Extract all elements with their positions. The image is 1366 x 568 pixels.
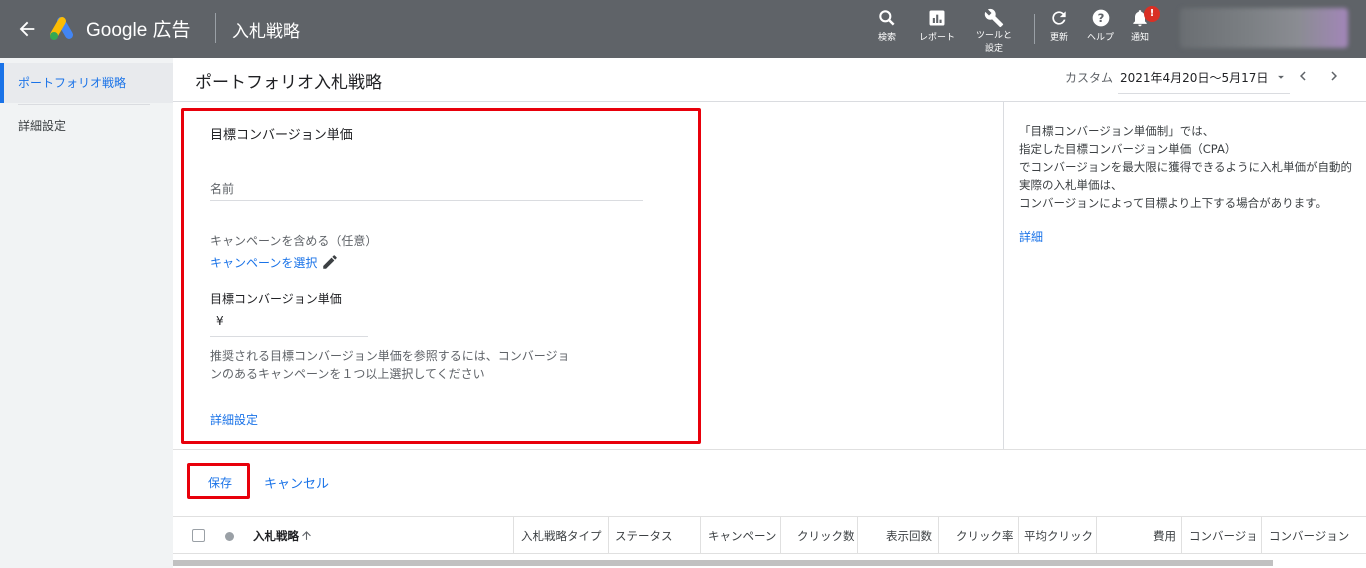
- help-icon: ?: [1092, 9, 1109, 27]
- column-header-conversions[interactable]: コンバージョ: [1189, 528, 1255, 544]
- pencil-icon[interactable]: [321, 253, 339, 271]
- header-section-title: 入札戦略: [232, 22, 300, 42]
- notification-badge: !: [1144, 6, 1160, 22]
- table-header-row: 入札戦略 入札戦略タイプ ステータス キャンペーン クリック数 表示回数 クリッ…: [173, 516, 1366, 554]
- sidebar-divider: [18, 104, 150, 105]
- info-line-2: 指定した目標コンバージョン単価（CPA）: [1019, 142, 1237, 156]
- column-divider: [1261, 517, 1262, 554]
- date-range-underline: [1118, 93, 1290, 94]
- header-divider: [215, 13, 216, 43]
- strategy-form: 目標コンバージョン単価 名前 キャンペーンを含める（任意） キャンペーンを選択 …: [173, 102, 1003, 449]
- target-cpa-input[interactable]: ¥: [216, 314, 224, 328]
- status-dot-icon: [225, 532, 234, 541]
- select-all-checkbox[interactable]: [192, 529, 205, 542]
- advanced-settings-link[interactable]: 詳細設定: [210, 411, 258, 428]
- target-cpa-underline: [210, 336, 368, 337]
- column-divider: [857, 517, 858, 554]
- reports-tool-label: レポート: [919, 33, 956, 43]
- info-line-4: 実際の入札単価は、: [1019, 178, 1123, 192]
- column-header-strategy-type[interactable]: 入札戦略タイプ: [521, 528, 602, 544]
- sidebar-item-portfolio-strategies[interactable]: ポートフォリオ戦略: [0, 63, 173, 103]
- main-content: ポートフォリオ入札戦略 カスタム 2021年4月20日～5月17日 目標コンバー…: [173, 58, 1366, 568]
- column-header-clicks[interactable]: クリック数: [797, 528, 855, 544]
- sidebar: ポートフォリオ戦略 詳細設定: [0, 58, 173, 568]
- column-divider: [1018, 517, 1019, 554]
- info-line-5: コンバージョンによって目標より上下する場合があります。: [1019, 196, 1327, 210]
- refresh-icon: [1052, 11, 1066, 25]
- column-divider: [938, 517, 939, 554]
- column-header-impressions[interactable]: 表示回数: [886, 528, 932, 544]
- details-link[interactable]: 詳細: [1019, 228, 1043, 245]
- search-tool-button[interactable]: 検索: [877, 8, 897, 43]
- chevron-left-icon[interactable]: [1294, 67, 1312, 85]
- column-divider: [1181, 517, 1182, 554]
- back-arrow-icon[interactable]: [16, 18, 38, 40]
- column-divider: [780, 517, 781, 554]
- date-range-value[interactable]: 2021年4月20日～5月17日: [1120, 69, 1268, 86]
- name-input-underline: [210, 200, 643, 201]
- help-button[interactable]: ? ヘルプ: [1087, 8, 1114, 43]
- info-line-3: でコンバージョンを最大限に獲得できるように入札単価が自動的: [1019, 160, 1353, 174]
- top-app-bar: Google 広告 入札戦略 検索 レポート ツールと 設定 更新 ? ヘルプ 通…: [0, 0, 1366, 58]
- chevron-right-icon[interactable]: [1325, 67, 1343, 85]
- sidebar-item-advanced-settings[interactable]: 詳細設定: [0, 106, 173, 146]
- target-cpa-hint: 推奨される目標コンバージョン単価を参照するには、コンバージョ ンのあるキャンペー…: [210, 347, 570, 383]
- column-header-conversions-2[interactable]: コンバージョン: [1269, 528, 1361, 544]
- column-divider: [513, 517, 514, 554]
- svg-text:?: ?: [1097, 11, 1104, 25]
- google-ads-logo-icon[interactable]: [48, 15, 78, 41]
- hint-line-2: ンのあるキャンペーンを１つ以上選択してください: [210, 367, 485, 381]
- hint-line-1: 推奨される目標コンバージョン単価を参照するには、コンバージョ: [210, 349, 570, 363]
- tools-settings-button[interactable]: ツールと 設定: [976, 8, 1012, 56]
- column-header-cost[interactable]: 費用: [1153, 528, 1176, 544]
- sort-arrow-up-icon[interactable]: [300, 529, 313, 542]
- reports-icon: [929, 10, 945, 26]
- dropdown-arrow-icon[interactable]: [1274, 70, 1288, 84]
- highlight-box-form: [181, 108, 701, 444]
- column-header-ctr[interactable]: クリック率: [956, 528, 1014, 544]
- info-panel: 「目標コンバージョン単価制」では、 指定した目標コンバージョン単価（CPA） で…: [1003, 102, 1366, 449]
- help-label: ヘルプ: [1087, 33, 1115, 43]
- page-title: ポートフォリオ入札戦略: [195, 73, 382, 93]
- wrench-icon: [984, 8, 1004, 28]
- name-input[interactable]: 名前: [210, 180, 234, 197]
- search-icon: [879, 10, 895, 26]
- refresh-label: 更新: [1049, 33, 1068, 43]
- date-range-label: カスタム: [1065, 71, 1114, 85]
- reports-tool-button[interactable]: レポート: [919, 8, 955, 43]
- info-line-1: 「目標コンバージョン単価制」では、: [1019, 124, 1215, 138]
- tools-settings-label: ツールと 設定: [976, 31, 1013, 54]
- horizontal-scrollbar[interactable]: [173, 560, 1273, 566]
- header-tools-divider: [1034, 14, 1035, 44]
- column-divider: [700, 517, 701, 554]
- column-header-campaigns[interactable]: キャンペーン: [708, 528, 776, 544]
- search-tool-label: 検索: [877, 33, 896, 43]
- select-campaigns-link[interactable]: キャンペーンを選択: [210, 254, 317, 271]
- column-header-strategy[interactable]: 入札戦略: [253, 528, 299, 544]
- column-divider: [1096, 517, 1097, 554]
- column-divider: [608, 517, 609, 554]
- form-title: 目標コンバージョン単価: [210, 128, 353, 143]
- brand-name: Google 広告: [86, 20, 191, 41]
- cancel-button[interactable]: キャンセル: [264, 473, 329, 492]
- refresh-button[interactable]: 更新: [1049, 8, 1069, 43]
- info-text: 「目標コンバージョン単価制」では、 指定した目標コンバージョン単価（CPA） で…: [1019, 122, 1366, 212]
- notifications-label: 通知: [1130, 33, 1149, 43]
- save-button[interactable]: 保存: [208, 474, 232, 491]
- account-avatar[interactable]: [1180, 8, 1348, 48]
- column-header-avg-cpc[interactable]: 平均クリック: [1024, 528, 1094, 544]
- actions-divider: [173, 449, 1366, 450]
- campaigns-label: キャンペーンを含める（任意）: [210, 234, 378, 248]
- column-header-status[interactable]: ステータス: [615, 528, 673, 544]
- target-cpa-label: 目標コンバージョン単価: [210, 292, 342, 306]
